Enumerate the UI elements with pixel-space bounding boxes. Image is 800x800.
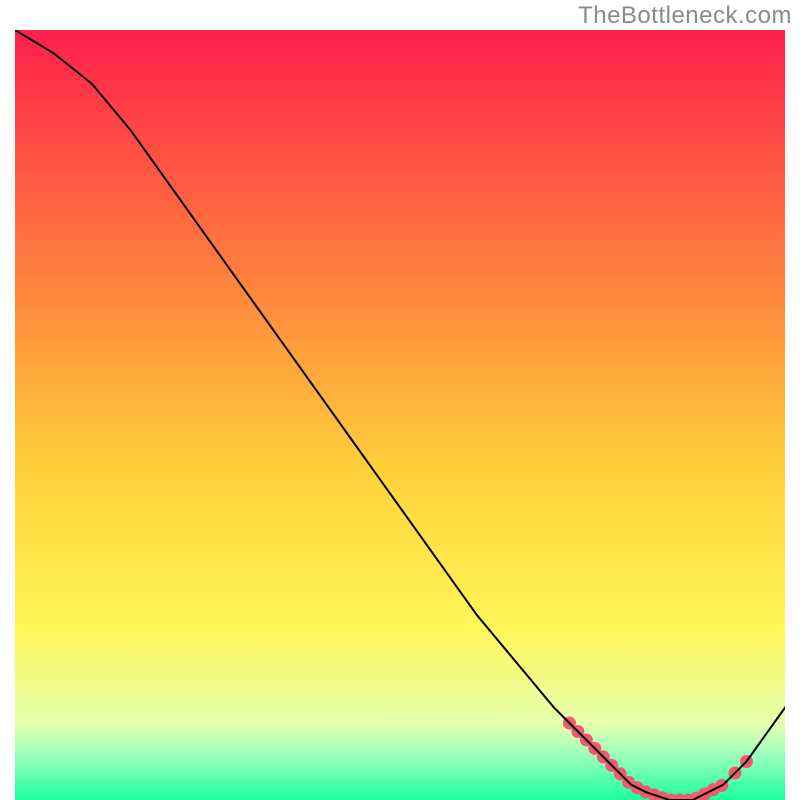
watermark-text: TheBottleneck.com <box>578 2 792 30</box>
chart-background <box>15 30 785 800</box>
chart-stage: TheBottleneck.com <box>0 0 800 800</box>
plot-area <box>15 30 785 800</box>
chart-svg <box>15 30 785 800</box>
